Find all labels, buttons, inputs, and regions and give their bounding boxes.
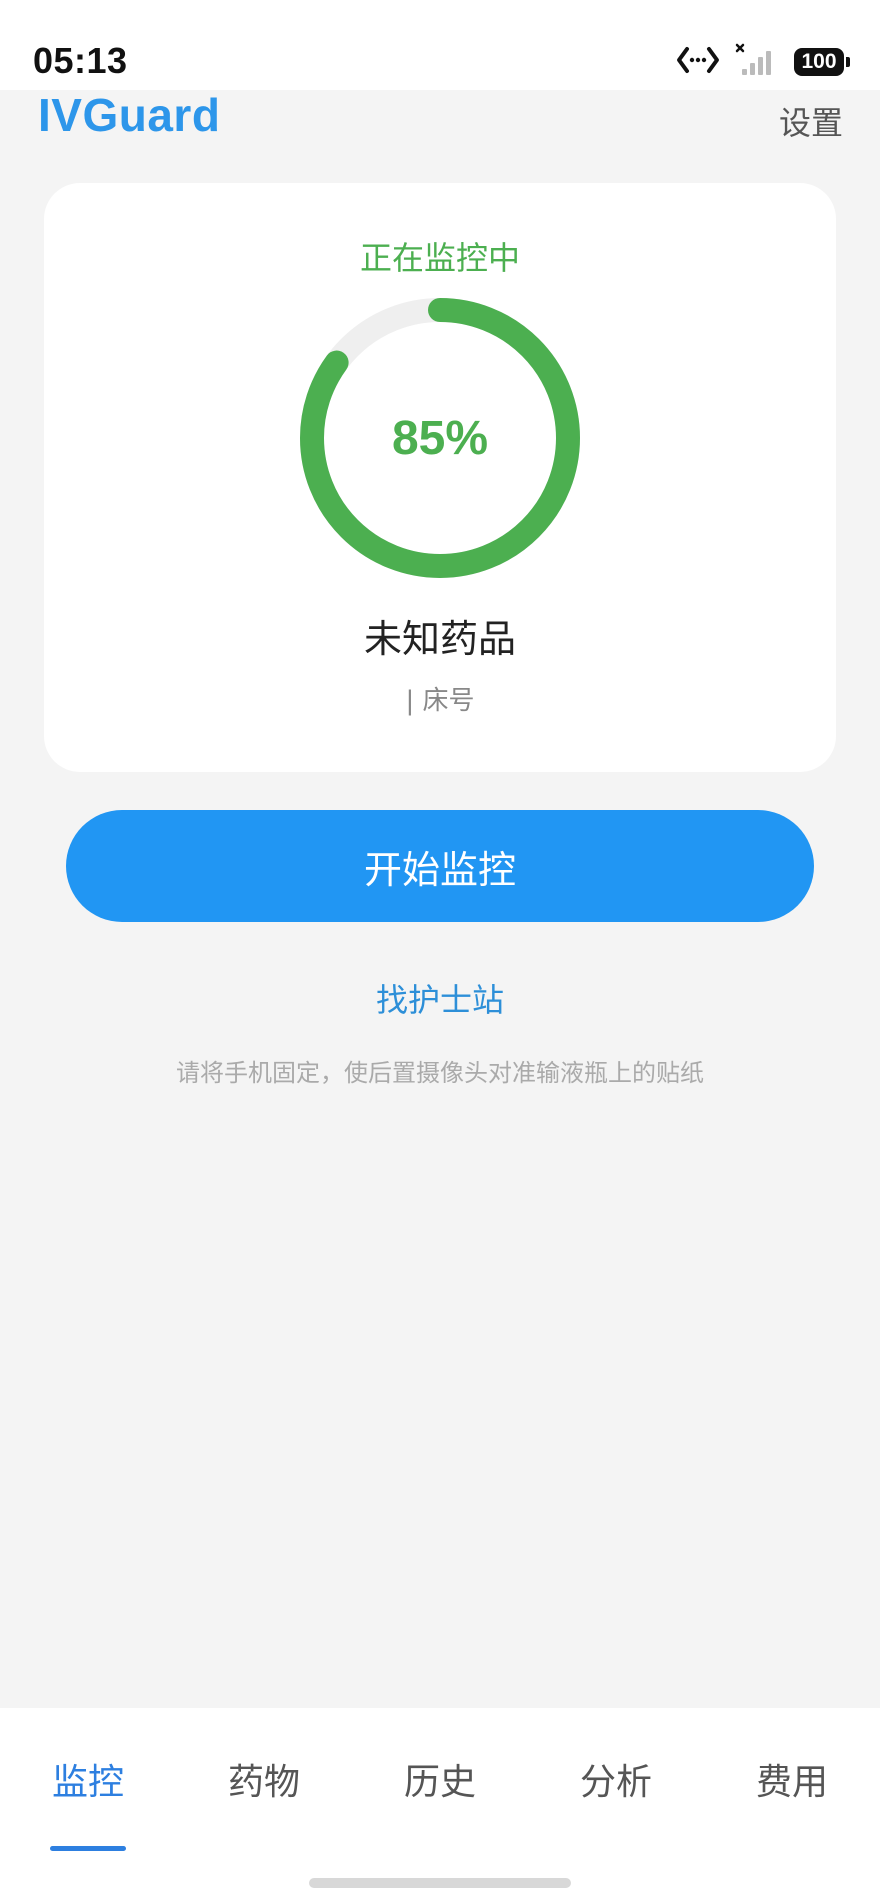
battery-icon: 100 [794,48,850,76]
app-header: IVGuard 设置 [0,89,880,150]
status-bar: 05:13 100 [0,0,880,90]
bed-number-label: | 床号 [405,686,475,716]
data-transfer-icon [676,45,720,79]
tab-analysis[interactable]: 分析 [528,1753,704,1805]
drug-name: 未知药品 [363,617,516,661]
tab-drugs[interactable]: 药物 [176,1753,352,1805]
monitor-status-text: 正在监控中 [359,239,520,277]
tab-cost[interactable]: 费用 [704,1753,880,1805]
home-indicator[interactable] [309,1878,571,1888]
tab-monitor[interactable]: 监控 [0,1753,176,1851]
start-monitoring-button[interactable]: 开始监控 [66,810,814,922]
progress-percent: 85% [391,411,489,465]
status-time: 05:13 [33,40,128,81]
tab-label: 药物 [227,1762,300,1803]
status-icons: 100 [676,43,850,81]
monitor-card: 正在监控中 85% 未知药品 | 床号 [44,183,836,772]
no-signal-icon [734,43,780,81]
tab-label: 费用 [755,1762,828,1803]
find-nurse-station-link[interactable]: 找护士站 [0,975,880,1021]
tab-history[interactable]: 历史 [352,1753,528,1805]
camera-hint-text: 请将手机固定，使后置摄像头对准输液瓶上的贴纸 [176,1059,704,1087]
active-tab-indicator [50,1846,126,1851]
bottom-nav: 监控 药物 历史 分析 费用 [0,1708,880,1904]
settings-button[interactable]: 设置 [779,98,843,144]
tab-label: 分析 [579,1762,652,1803]
app-brand: IVGuard [38,89,221,141]
tab-label: 监控 [51,1762,124,1803]
tab-label: 历史 [403,1762,476,1803]
